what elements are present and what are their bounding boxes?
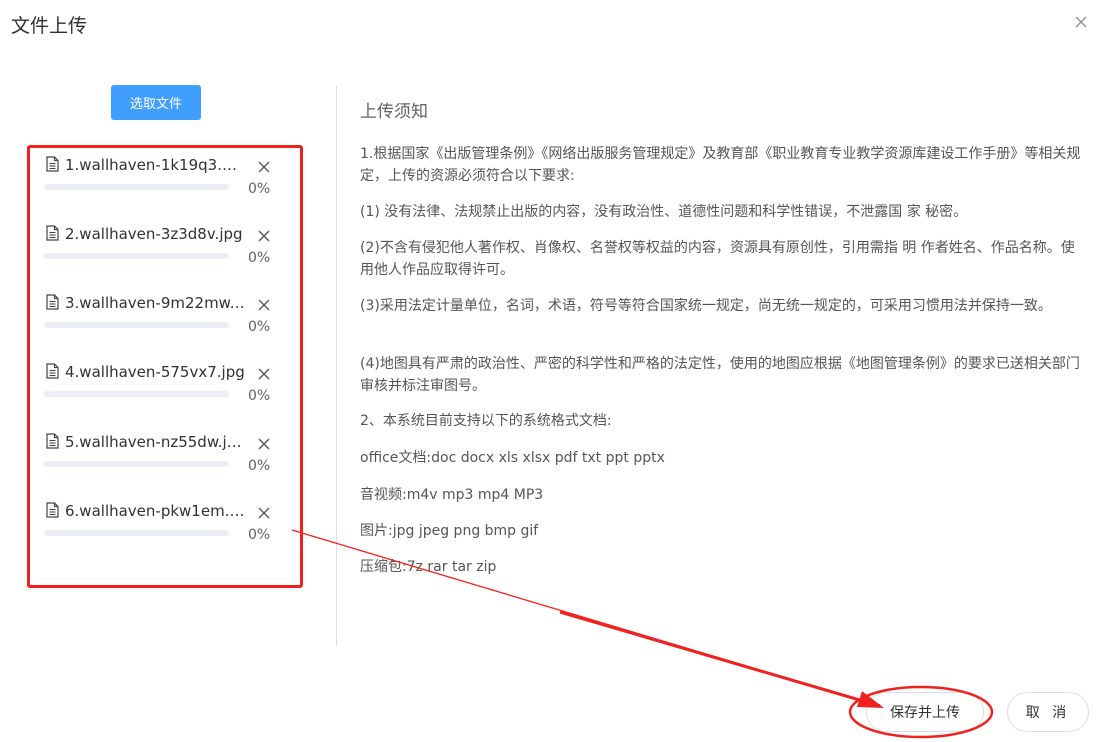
close-icon[interactable] [257,160,271,174]
progress-percent: 0% [248,458,271,474]
progress-percent: 0% [248,319,271,335]
document-icon [46,433,59,449]
file-item: 5.wallhaven-nz55dw.jpg 0% [44,423,284,474]
progress-bar [44,322,229,328]
file-name[interactable]: 3.wallhaven-9m22mw.jpg [65,293,245,313]
document-icon [46,225,59,241]
progress-percent: 0% [248,250,271,266]
file-item: 4.wallhaven-575vx7.jpg 0% [44,353,284,404]
select-file-button[interactable]: 选取文件 [111,85,201,120]
file-name[interactable]: 1.wallhaven-1k19q3.png [65,155,245,175]
notice-paragraph: (1) 没有法律、法规禁止出版的内容，没有政治性、道德性问题和科学性错误，不泄露… [360,204,968,220]
file-item: 1.wallhaven-1k19q3.png 0% [44,146,284,197]
close-icon[interactable] [257,506,271,520]
progress-bar [44,530,229,536]
notice-title: 上传须知 [360,102,428,122]
progress-percent: 0% [248,181,271,197]
file-name[interactable]: 4.wallhaven-575vx7.jpg [65,362,245,382]
close-icon[interactable] [257,437,271,451]
notice-paragraph: (3)采用法定计量单位，名词，术语，符号等符合国家统一规定，尚无统一规定的，可采… [360,298,1052,314]
file-name[interactable]: 6.wallhaven-pkw1em.jpg [65,501,245,521]
document-icon [46,156,59,172]
save-and-upload-button[interactable]: 保存并上传 [866,692,984,732]
notice-paragraph: office文档:doc docx xls xlsx pdf txt ppt p… [360,450,665,466]
document-icon [46,363,59,379]
notice-paragraph: (2)不含有侵犯他人著作权、肖像权、名誉权等权益的内容，资源具有原创性，引用需指… [360,240,1075,278]
notice-paragraph: 1.根据国家《出版管理条例》《网络出版服务管理规定》及教育部《职业教育专业教学资… [360,146,1081,184]
notice-paragraph: 图片:jpg jpeg png bmp gif [360,523,539,539]
progress-percent: 0% [248,527,271,543]
cancel-button[interactable]: 取 消 [1007,692,1089,732]
dialog-title: 文件上传 [11,15,88,37]
notice-paragraph: (4)地图具有严肃的政治性、严密的科学性和严格的法定性，使用的地图应根据《地图管… [360,356,1080,394]
file-item: 3.wallhaven-9m22mw.jpg 0% [44,284,284,335]
document-icon [46,502,59,518]
progress-percent: 0% [248,388,271,404]
notice-paragraph: 压缩包:7z rar tar zip [360,559,497,575]
notice-paragraph: 音视频:m4v mp3 mp4 MP3 [360,487,544,503]
close-icon[interactable] [257,229,271,243]
progress-bar [44,184,229,190]
annotation-arrow [559,610,881,708]
close-icon[interactable] [257,367,271,381]
document-icon [46,294,59,310]
file-item: 2.wallhaven-3z3d8v.jpg 0% [44,215,284,266]
progress-bar [44,391,229,397]
close-icon[interactable] [257,298,271,312]
notice-paragraph: 2、本系统目前支持以下的系统格式文档: [360,413,612,429]
file-item: 6.wallhaven-pkw1em.jpg 0% [44,492,284,543]
vertical-divider [336,86,337,646]
file-name[interactable]: 2.wallhaven-3z3d8v.jpg [65,224,245,244]
file-name[interactable]: 5.wallhaven-nz55dw.jpg [65,432,245,452]
progress-bar [44,253,229,259]
progress-bar [44,461,229,467]
close-icon[interactable] [1071,12,1091,32]
